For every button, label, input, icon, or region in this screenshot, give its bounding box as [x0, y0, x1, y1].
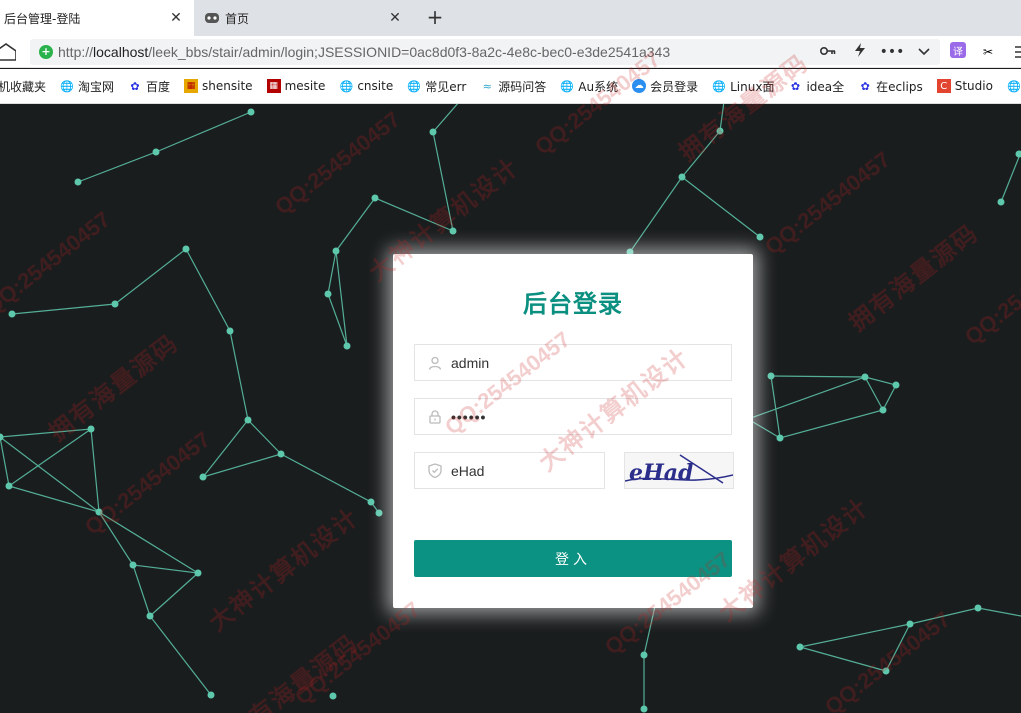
bookmark-item[interactable]: C Studio	[936, 79, 993, 93]
bookmark-item[interactable]: ✿ idea全	[788, 78, 844, 95]
captcha-field[interactable]: eHad	[414, 452, 605, 489]
captcha-value: eHad	[451, 462, 485, 479]
secure-shield-icon: +	[39, 45, 53, 59]
home-icon[interactable]	[0, 43, 16, 61]
lock-icon	[427, 409, 443, 425]
login-title: 后台登录	[523, 290, 623, 318]
bookmark-item[interactable]: ▦ shensite	[184, 79, 253, 93]
globe-icon: 🌐	[1007, 79, 1021, 93]
globe-icon: 🌐	[560, 79, 575, 93]
translate-icon[interactable]: 译	[950, 42, 966, 58]
site-icon: ▦	[184, 79, 199, 93]
lightning-icon[interactable]	[844, 43, 876, 61]
tab-strip: 后台管理-登陆 ✕ 首页 ✕ +	[0, 0, 1021, 36]
bookmark-item[interactable]: ▦ mesite	[266, 79, 325, 93]
baidu-paw-icon: ✿	[130, 79, 140, 93]
cloud-icon: ☁	[632, 79, 647, 93]
login-page: 后台登录 admin •••••• eHad eHad 登入	[0, 104, 1021, 713]
browser-toolbar: + http://localhost/leek_bbs/stair/admin/…	[0, 36, 1021, 68]
menu-icon[interactable]	[1010, 42, 1021, 62]
key-icon[interactable]	[812, 44, 844, 60]
globe-icon: 🌐	[339, 79, 354, 93]
bookmark-item[interactable]: ✿ 百度	[128, 78, 170, 95]
username-value: admin	[451, 354, 490, 371]
close-tab-icon[interactable]: ✕	[387, 10, 403, 26]
baidu-paw-icon: ✿	[860, 79, 870, 93]
bookmark-item[interactable]: 🌐 淘宝网	[60, 78, 114, 95]
tab-home[interactable]: 首页 ✕	[195, 0, 413, 36]
bookmark-item[interactable]: ✿ 在eclips	[858, 78, 923, 95]
close-tab-icon[interactable]: ✕	[168, 10, 184, 26]
site-icon: C	[936, 79, 951, 93]
url-text[interactable]: http://localhost/leek_bbs/stair/admin/lo…	[58, 44, 670, 60]
username-field[interactable]: admin	[414, 344, 732, 381]
globe-icon: 🌐	[60, 79, 74, 93]
new-tab-button[interactable]: +	[423, 4, 447, 30]
login-form: 后台登录 admin •••••• eHad eHad 登入	[393, 254, 753, 608]
site-icon: ▦	[266, 79, 281, 93]
more-icon[interactable]: •••	[876, 44, 908, 60]
baidu-paw-icon: ✿	[790, 79, 801, 93]
globe-icon: 🌐	[712, 79, 726, 93]
svg-text:eHad: eHad	[629, 460, 693, 486]
tab-title: 首页	[225, 11, 250, 26]
password-field[interactable]: ••••••	[414, 398, 732, 435]
bookmark-item[interactable]: 🌐 Au系统	[560, 78, 618, 95]
bookmark-item[interactable]: ☁ 会员登录	[632, 78, 698, 95]
bookmark-item[interactable]: 🌐 常见err	[407, 78, 466, 95]
bookmark-item[interactable]: ≈ 源码问答	[480, 78, 547, 95]
bookmark-item[interactable]: 🌐 Linux面	[712, 78, 774, 95]
shield-icon	[427, 463, 443, 479]
bookmark-item[interactable]: 🌐hd	[1007, 79, 1021, 93]
bookmark-item[interactable]: 🌐 cnsite	[339, 79, 393, 93]
globe-icon: 🌐	[407, 79, 422, 93]
address-bar[interactable]: + http://localhost/leek_bbs/stair/admin/…	[30, 39, 940, 65]
captcha-image[interactable]: eHad	[624, 452, 734, 489]
scissors-icon[interactable]: ✂	[976, 42, 1000, 62]
login-button[interactable]: 登入	[414, 540, 732, 577]
bookmarks-bar: 机收藏夹 🌐 淘宝网 ✿ 百度 ▦ shensite ▦ mesite 🌐 cnsite …	[0, 69, 1021, 104]
site-icon: ≈	[482, 79, 492, 93]
tab-title: 后台管理-登陆	[4, 11, 81, 26]
bookmark-item[interactable]: 机收藏夹	[0, 78, 46, 95]
user-icon	[427, 355, 443, 371]
password-value: ••••••	[451, 408, 487, 425]
tab-admin-login[interactable]: 后台管理-登陆 ✕	[0, 0, 194, 36]
chevron-down-icon[interactable]	[908, 44, 940, 60]
game-icon	[203, 11, 221, 25]
